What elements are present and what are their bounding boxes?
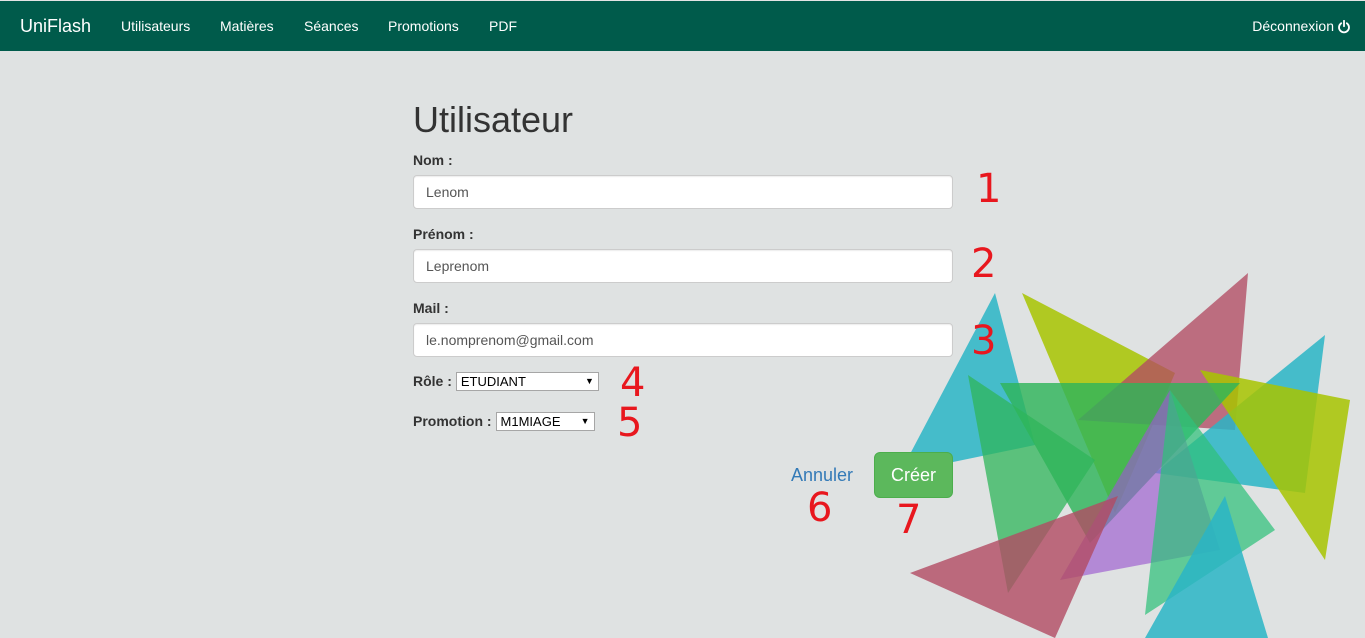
promotion-select[interactable]: M1MIAGE ▼ — [495, 412, 595, 431]
role-label: Rôle : — [413, 373, 452, 389]
nav-seances[interactable]: Séances — [304, 18, 358, 35]
annotation-2: 2 — [971, 241, 997, 287]
nom-label: Nom : — [413, 152, 453, 168]
nav-matieres[interactable]: Matières — [220, 18, 274, 35]
annotation-1: 1 — [976, 166, 1002, 212]
page-title: Utilisateur — [413, 99, 574, 140]
create-button[interactable]: Créer — [874, 452, 953, 498]
prenom-label: Prénom : — [413, 226, 474, 242]
role-select[interactable]: ETUDIANT ▼ — [455, 372, 599, 391]
nav-utilisateurs[interactable]: Utilisateurs — [121, 18, 190, 35]
nav-pdf[interactable]: PDF — [489, 18, 517, 35]
annotation-7: 7 — [896, 497, 922, 543]
top-navbar: UniFlash Utilisateurs Matières Séances P… — [0, 0, 1365, 51]
brand-logo[interactable]: UniFlash — [20, 15, 91, 37]
role-select-value: ETUDIANT — [460, 374, 526, 389]
annotation-5: 5 — [617, 400, 643, 446]
nom-input[interactable] — [413, 175, 953, 209]
role-row: Rôle : ETUDIANT ▼ — [413, 372, 599, 391]
promotion-label: Promotion : — [413, 413, 492, 429]
caret-down-icon: ▼ — [580, 416, 590, 426]
mail-label: Mail : — [413, 300, 449, 316]
cancel-link[interactable]: Annuler — [791, 464, 853, 486]
annotation-6: 6 — [807, 485, 833, 531]
caret-down-icon: ▼ — [584, 376, 594, 386]
annotation-4: 4 — [620, 360, 646, 406]
promotion-row: Promotion : M1MIAGE ▼ — [413, 412, 595, 431]
prenom-input[interactable] — [413, 249, 953, 283]
nav-promotions[interactable]: Promotions — [388, 18, 459, 35]
promotion-select-value: M1MIAGE — [500, 414, 561, 429]
power-icon — [1338, 19, 1350, 33]
mail-input[interactable] — [413, 323, 953, 357]
decorative-triangles — [900, 273, 1350, 638]
annotation-3: 3 — [971, 318, 997, 364]
logout-label: Déconnexion — [1252, 18, 1334, 34]
logout-button[interactable]: Déconnexion — [1252, 18, 1351, 35]
